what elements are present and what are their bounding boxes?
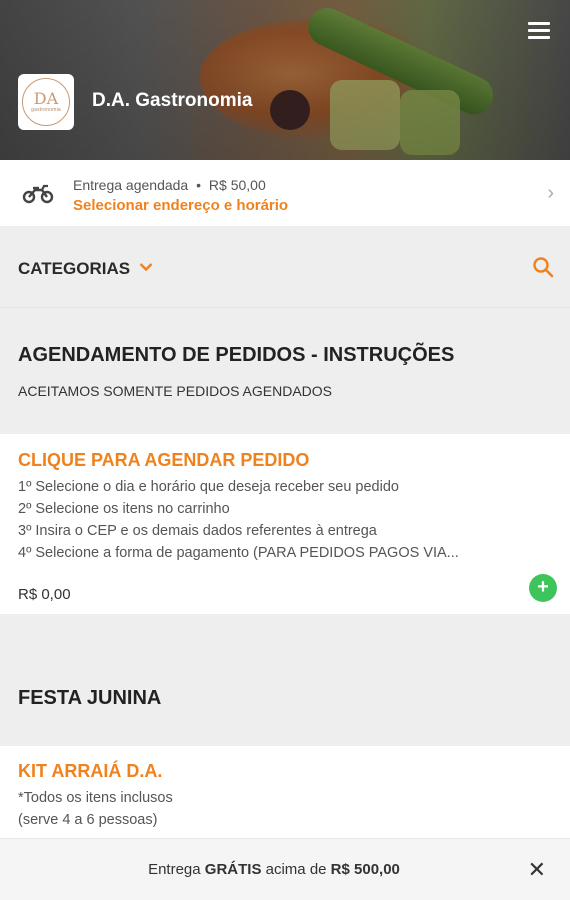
- delivery-fee: R$ 50,00: [208, 177, 266, 193]
- banner-middle: acima de: [261, 861, 331, 878]
- section-header: AGENDAMENTO DE PEDIDOS - INSTRUÇÕES ACEI…: [0, 309, 570, 434]
- banner-prefix: Entrega: [148, 861, 205, 878]
- product-price: R$ 0,00: [18, 586, 71, 603]
- chevron-down-icon[interactable]: [139, 262, 153, 272]
- delivery-mode: Entrega agendada: [73, 177, 189, 193]
- store-logo: DA gastronomia: [18, 74, 74, 130]
- banner-amount: R$ 500,00: [330, 861, 400, 878]
- section-header: FESTA JUNINA: [0, 614, 570, 746]
- logo-text: DA: [33, 89, 59, 108]
- banner-free: GRÁTIS: [204, 861, 262, 878]
- delivery-selector[interactable]: Entrega agendada • R$ 50,00 Selecionar e…: [0, 160, 570, 226]
- section-subtitle: ACEITAMOS SOMENTE PEDIDOS AGENDADOS: [18, 383, 333, 399]
- description-line: (serve 4 a 6 pessoas): [18, 812, 158, 828]
- select-address-link[interactable]: Selecionar endereço e horário: [73, 197, 288, 214]
- delivery-info: Entrega agendada • R$ 50,00: [73, 177, 266, 193]
- logo-ring: DA gastronomia: [22, 78, 70, 126]
- delivery-separator: •: [196, 177, 202, 193]
- plus-icon[interactable]: +: [529, 574, 557, 602]
- search-icon[interactable]: [532, 256, 554, 278]
- free-delivery-banner: Entrega GRÁTIS acima de R$ 500,00 ✕: [0, 838, 570, 900]
- product-description: *Todos os itens inclusos (serve 4 a 6 pe…: [18, 787, 173, 831]
- product-name: CLIQUE PARA AGENDAR PEDIDO: [18, 450, 310, 470]
- description-line: 4º Selecione a forma de pagamento (PARA …: [18, 545, 459, 561]
- logo-subtext: gastronomia: [31, 107, 61, 113]
- close-icon[interactable]: ✕: [528, 859, 546, 881]
- free-delivery-text: Entrega GRÁTIS acima de R$ 500,00: [0, 861, 548, 878]
- description-line: 3º Insira o CEP e os demais dados refere…: [18, 523, 377, 539]
- header-banner: [0, 0, 570, 160]
- description-line: 1º Selecione o dia e horário que deseja …: [18, 479, 399, 495]
- product-card[interactable]: CLIQUE PARA AGENDAR PEDIDO 1º Selecione …: [0, 434, 570, 614]
- product-name: KIT ARRAIÁ D.A.: [18, 761, 163, 781]
- categories-dropdown[interactable]: CATEGORIAS: [18, 259, 130, 279]
- chevron-right-icon: ›: [547, 182, 554, 204]
- description-line: 2º Selecione os itens no carrinho: [18, 501, 230, 517]
- section-title: AGENDAMENTO DE PEDIDOS - INSTRUÇÕES: [18, 344, 455, 366]
- store-name: D.A. Gastronomia: [92, 90, 253, 111]
- description-line: *Todos os itens inclusos: [18, 790, 173, 806]
- motorcycle-icon: [22, 184, 54, 204]
- section-title: FESTA JUNINA: [18, 687, 162, 709]
- product-card[interactable]: KIT ARRAIÁ D.A. *Todos os itens inclusos…: [0, 746, 570, 838]
- product-description: 1º Selecione o dia e horário que deseja …: [18, 476, 459, 564]
- hero-shade: [0, 0, 570, 160]
- menu-icon[interactable]: [528, 22, 550, 40]
- categories-bar: CATEGORIAS: [0, 226, 570, 308]
